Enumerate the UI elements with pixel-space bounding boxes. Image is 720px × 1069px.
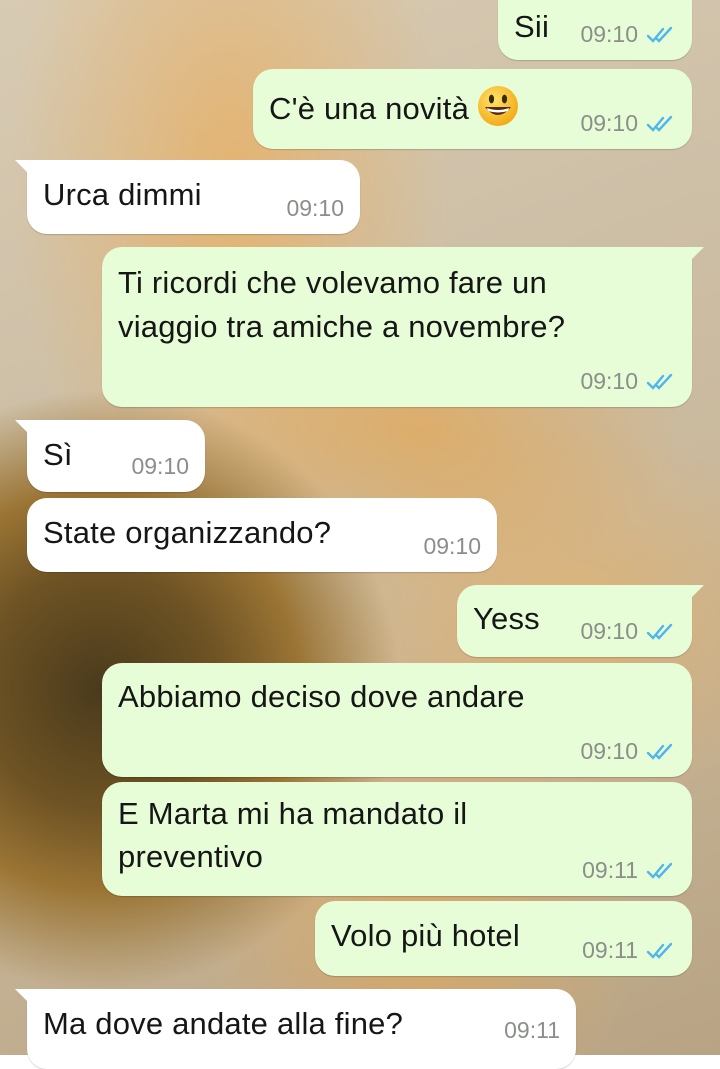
message-time: 09:10	[423, 533, 481, 559]
message-text: Ma dove andate alla fine?	[43, 1006, 404, 1041]
message-text: Volo più hotel	[331, 918, 520, 953]
message-meta: 09:11	[582, 937, 676, 964]
outgoing-message[interactable]: Ti ricordi che volevamo fare un viaggio …	[102, 247, 704, 407]
message-meta: 09:10	[580, 110, 676, 137]
outgoing-message[interactable]: Yess 09:10	[457, 585, 704, 657]
incoming-message[interactable]: Urca dimmi 09:10	[15, 160, 360, 234]
message-time: 09:11	[504, 1017, 560, 1043]
message-text: C'è una novità	[269, 85, 519, 130]
message-text: Urca dimmi	[43, 177, 202, 212]
message-time: 09:10	[580, 110, 638, 136]
double-check-read-icon	[646, 373, 673, 390]
message-meta: 09:11	[582, 857, 676, 884]
outgoing-message[interactable]: Volo più hotel 09:11	[315, 901, 692, 976]
double-check-read-icon	[646, 115, 673, 132]
message-meta: 09:10	[131, 453, 189, 480]
message-meta: 09:10	[580, 618, 676, 645]
incoming-message[interactable]: Ma dove andate alla fine? 09:11	[15, 989, 576, 1069]
outgoing-message[interactable]: E Marta mi ha mandato il preventivo 09:1…	[102, 782, 692, 896]
message-time: 09:10	[580, 738, 638, 764]
grinning-face-emoji	[478, 86, 519, 126]
double-check-read-icon	[646, 942, 673, 959]
message-text: Sì	[43, 437, 73, 472]
incoming-message[interactable]: State organizzando? 09:10	[27, 498, 497, 572]
message-text: Sii	[514, 9, 550, 44]
message-text-line-2: viaggio tra amiche a novembre?	[118, 309, 566, 344]
message-time: 09:10	[580, 368, 638, 394]
outgoing-message[interactable]: Sii 09:10	[498, 0, 692, 60]
double-check-read-icon	[646, 743, 673, 760]
message-text-line-1: Ti ricordi che volevamo fare un	[118, 265, 547, 300]
incoming-message[interactable]: Sì 09:10	[15, 420, 205, 492]
message-time: 09:10	[580, 618, 638, 644]
message-time: 09:11	[582, 857, 638, 883]
message-text-line-1: E Marta mi ha mandato il	[118, 796, 468, 831]
double-check-read-icon	[646, 26, 673, 43]
message-meta: 09:10	[580, 368, 676, 395]
message-text: Abbiamo deciso dove andare	[118, 679, 525, 714]
double-check-read-icon	[646, 862, 673, 879]
message-time: 09:10	[580, 21, 638, 47]
message-meta: 09:10	[423, 533, 481, 560]
double-check-read-icon	[646, 623, 673, 640]
message-time: 09:10	[131, 453, 189, 479]
message-meta: 09:10	[580, 21, 676, 48]
message-text: State organizzando?	[43, 515, 332, 550]
message-text: Yess	[473, 601, 540, 636]
message-time: 09:10	[286, 195, 344, 221]
outgoing-message[interactable]: C'è una novità 09:10	[253, 69, 692, 149]
message-meta: 09:11	[504, 1017, 560, 1044]
message-meta: 09:10	[286, 195, 344, 222]
message-text-line-2: preventivo	[118, 839, 264, 874]
message-meta: 09:10	[580, 738, 676, 765]
outgoing-message[interactable]: Abbiamo deciso dove andare 09:10	[102, 663, 692, 777]
message-time: 09:11	[582, 937, 638, 963]
message-text-content: C'è una novità	[269, 91, 470, 126]
